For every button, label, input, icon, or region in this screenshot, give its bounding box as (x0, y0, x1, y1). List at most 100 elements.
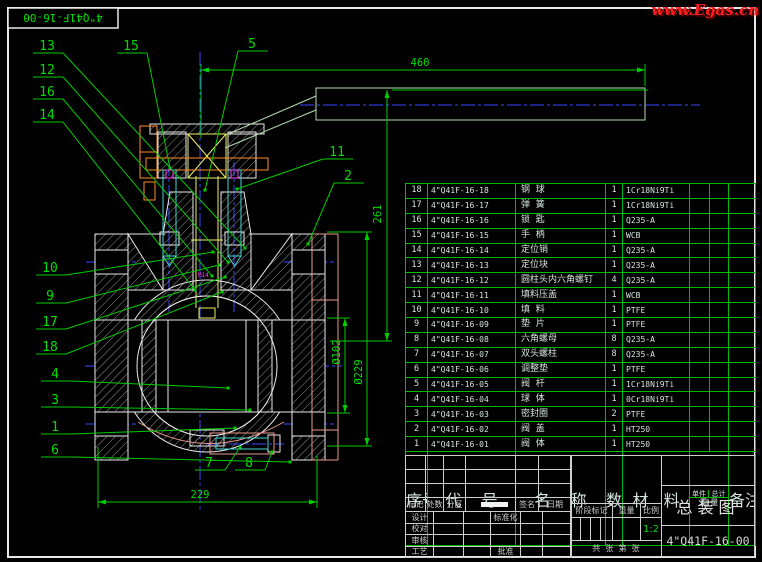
bom-cell (710, 258, 729, 273)
bom-cell (690, 377, 710, 392)
bom-cell: 7 (406, 347, 428, 362)
revision-label: 日期 (538, 497, 572, 512)
bom-cell: 4"Q41F-16-09 (428, 318, 516, 333)
bom-cell: 双头螺柱 (516, 347, 606, 362)
bom-cell: 4"Q41F-16-03 (428, 407, 516, 422)
bom-cell (690, 288, 710, 303)
bom-cell (729, 213, 756, 228)
revision-cell (425, 455, 444, 470)
leader-dot (271, 451, 274, 454)
dimension-text: 229 (191, 489, 210, 501)
revision-cell (425, 469, 444, 484)
bom-cell: 1 (606, 362, 623, 377)
bom-cell: 4"Q41F-16-10 (428, 303, 516, 318)
bom-cell (729, 228, 756, 243)
bom-cell: 17 (406, 198, 428, 213)
revision-cell (538, 469, 572, 484)
leader-dot (211, 275, 214, 278)
bom-cell: 8 (406, 332, 428, 347)
bom-row: 44"Q41F-16-04球 体10Cr18Ni9Ti (406, 392, 756, 407)
bom-cell: 1 (606, 377, 623, 392)
balloon-number: 10 (42, 261, 58, 276)
drawing-number: 4"Q41F-16-00 (661, 525, 755, 557)
filled-bar (481, 502, 508, 507)
bom-cell: 垫 片 (516, 318, 606, 333)
balloon-number: 2 (344, 169, 352, 184)
bom-cell (690, 228, 710, 243)
leader-dot (236, 188, 239, 191)
bom-row: 184"Q41F-16-18钢 球11Cr18Ni9Ti (406, 184, 756, 199)
bom-row: 74"Q41F-16-07双头螺柱8Q235-A (406, 347, 756, 362)
scale-label: 比例 (640, 503, 662, 518)
dimension-text: Ø102 (331, 339, 343, 364)
bom-cell (729, 198, 756, 213)
revision-cell (465, 469, 516, 484)
bom-cell: WCB (623, 228, 690, 243)
bom-row: 164"Q41F-16-16锁 匙1Q235-A (406, 213, 756, 228)
bom-cell (729, 258, 756, 273)
drawing-title: 总装图 (661, 485, 755, 526)
bom-cell (690, 437, 710, 452)
leader-dot (224, 276, 227, 279)
cad-canvas: 4"Q41F-16-00 (0, 0, 762, 562)
title-block: 标记处数分区签名日期设计标准化校对审核工艺批准 阶段标记 重量 比例 1:2 共… (405, 455, 755, 557)
bom-cell: 圆柱头内六角螺钉 (516, 273, 606, 288)
bom-cell: 13 (406, 258, 428, 273)
bom-cell: 4"Q41F-16-16 (428, 213, 516, 228)
bom-cell: 1 (606, 213, 623, 228)
bom-cell: 阀 盖 (516, 422, 606, 437)
bom-cell (690, 392, 710, 407)
bom-cell (690, 273, 710, 288)
bom-cell: 定位块 (516, 258, 606, 273)
bom-cell (690, 303, 710, 318)
signoff-cell: 工艺 (405, 546, 434, 559)
bom-cell: 手 柄 (516, 228, 606, 243)
bom-cell: 4"Q41F-16-02 (428, 422, 516, 437)
balloon-number: 15 (123, 39, 139, 54)
leader-dot (289, 461, 292, 464)
dimension-text: 261 (372, 205, 384, 224)
signoff-cell: 批准 (490, 546, 521, 559)
revision-cell (405, 469, 426, 484)
bom-cell (710, 213, 729, 228)
bom-cell (710, 332, 729, 347)
flange-left-bolt-hole-top (95, 250, 128, 274)
bom-cell: WCB (623, 288, 690, 303)
balloon-number: 18 (42, 340, 58, 355)
bom-cell: 8 (606, 347, 623, 362)
balloon-number: 11 (329, 145, 345, 160)
bom-cell: 钢 球 (516, 184, 606, 199)
leader-dot (307, 243, 310, 246)
balloon-number: 14 (39, 108, 55, 123)
balloon-number: 7 (205, 456, 213, 471)
bom-row: 124"Q41F-16-12圆柱头内六角螺钉4Q235-A (406, 273, 756, 288)
dimension: 460 (201, 57, 645, 138)
bom-cell: 1 (606, 303, 623, 318)
bom-row: 64"Q41F-16-06调整垫1PTFE (406, 362, 756, 377)
revision-label: 分区 (443, 497, 466, 512)
bom-cell (690, 407, 710, 422)
seat-ring-right (258, 320, 272, 412)
leader-dot (169, 167, 172, 170)
balloon-number: 6 (51, 443, 59, 458)
revision-label: 处数 (425, 497, 444, 512)
bom-cell: Q235-A (623, 347, 690, 362)
bom-cell (729, 422, 756, 437)
balloon-number: 12 (39, 63, 55, 78)
bom-cell: 3 (406, 407, 428, 422)
bom-cell (710, 184, 729, 199)
handle-grip (316, 88, 645, 120)
bom-cell (710, 347, 729, 362)
dimension-text: Ø229 (353, 359, 365, 384)
bom-cell: 8 (606, 332, 623, 347)
thread-label: M14 (198, 272, 209, 279)
bom-cell: 4"Q41F-16-05 (428, 377, 516, 392)
bom-cell: 1 (606, 258, 623, 273)
weight-value-cell (612, 517, 641, 541)
bom-cell: 10 (406, 303, 428, 318)
bom-cell (729, 303, 756, 318)
bom-cell: 六角螺母 (516, 332, 606, 347)
bom-cell (729, 362, 756, 377)
revision-cell (515, 469, 539, 484)
bom-cell: 4"Q41F-16-18 (428, 184, 516, 199)
